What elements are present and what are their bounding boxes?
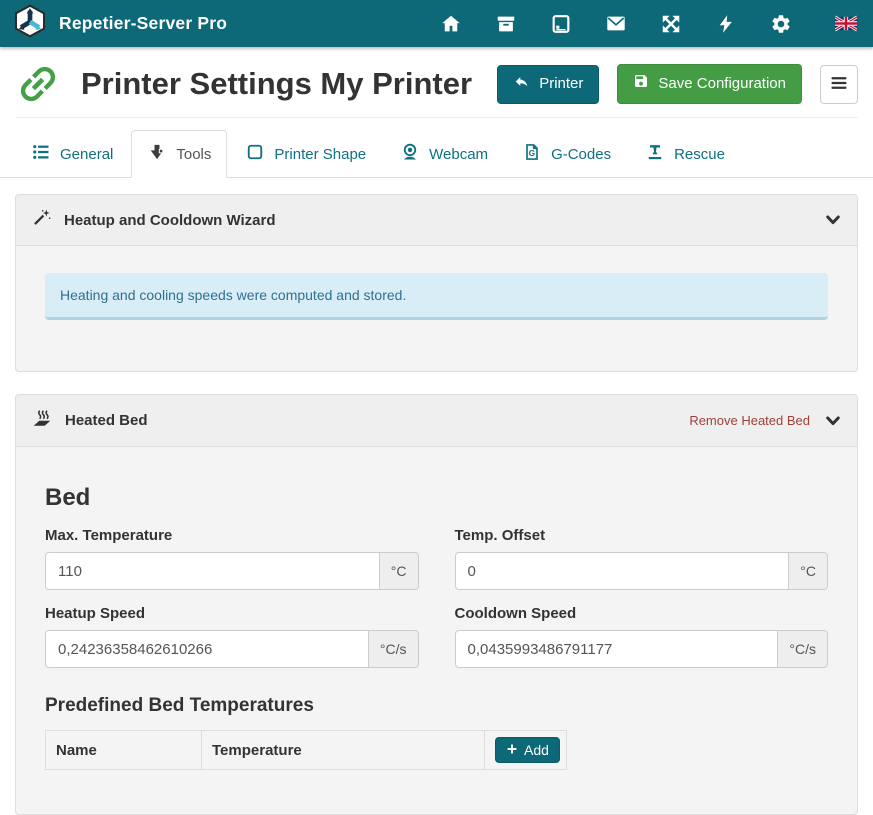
brand-title: Repetier-Server Pro — [59, 13, 227, 34]
temp-offset-input[interactable] — [455, 552, 790, 590]
tab-printer-shape[interactable]: Printer Shape — [229, 130, 382, 178]
wizard-status-alert: Heating and cooling speeds were computed… — [45, 273, 828, 320]
brand[interactable]: Repetier-Server Pro — [13, 4, 227, 43]
save-configuration-button[interactable]: Save Configuration — [617, 64, 802, 104]
tab-tools[interactable]: Tools — [131, 130, 227, 178]
archive-icon[interactable] — [495, 13, 517, 35]
extruder-icon — [147, 142, 167, 166]
add-temperature-button[interactable]: Add — [495, 737, 560, 763]
hamburger-icon — [829, 81, 849, 96]
remove-heated-bed-link[interactable]: Remove Heated Bed — [689, 413, 810, 428]
back-arrow-icon — [513, 74, 530, 95]
plus-icon — [506, 742, 518, 758]
gear-icon[interactable] — [770, 13, 792, 35]
bed-section-title: Bed — [45, 484, 828, 512]
navbar-actions — [440, 13, 857, 35]
chain-link-icon — [15, 61, 61, 107]
svg-text:G: G — [529, 148, 535, 158]
square-icon — [245, 142, 265, 166]
cooldown-speed-label: Cooldown Speed — [455, 605, 829, 622]
uk-flag-icon[interactable] — [835, 13, 857, 35]
predefined-temps-table: Name Temperature Add — [45, 730, 567, 770]
webcam-icon — [400, 142, 420, 166]
column-header-temperature: Temperature — [202, 731, 485, 770]
heated-bed-panel-title: Heated Bed — [65, 412, 148, 429]
wizard-panel: Heatup and Cooldown Wizard Heating and c… — [15, 194, 858, 372]
home-icon[interactable] — [440, 13, 462, 35]
heatup-speed-label: Heatup Speed — [45, 605, 419, 622]
mail-icon[interactable] — [605, 13, 627, 35]
cooldown-speed-input[interactable] — [455, 630, 779, 668]
save-icon — [633, 73, 649, 95]
temp-offset-unit: °C — [789, 552, 828, 590]
heatup-speed-input[interactable] — [45, 630, 369, 668]
page-title: Printer Settings My Printer — [81, 66, 472, 102]
max-temperature-unit: °C — [380, 552, 419, 590]
bolt-icon[interactable] — [715, 13, 737, 35]
wizard-panel-title: Heatup and Cooldown Wizard — [64, 212, 276, 229]
header-actions: Printer Save Configuration — [497, 64, 858, 104]
page-header: Printer Settings My Printer Printer Save… — [0, 47, 873, 107]
cooldown-speed-unit: °C/s — [778, 630, 828, 668]
field-heatup-speed: Heatup Speed °C/s — [45, 605, 419, 668]
gcode-file-icon: G — [522, 142, 542, 166]
menu-button[interactable] — [820, 65, 858, 104]
printer-frame-icon[interactable] — [550, 13, 572, 35]
rescue-icon — [645, 142, 665, 166]
tab-general[interactable]: General — [15, 130, 129, 178]
expand-icon[interactable] — [660, 13, 682, 35]
chevron-down-icon[interactable] — [824, 412, 842, 430]
bed-settings-form: Max. Temperature °C Temp. Offset °C Heat… — [45, 527, 828, 668]
repetier-logo-icon — [13, 4, 47, 43]
heated-bed-panel: Heated Bed Remove Heated Bed Bed Max. Te… — [15, 394, 858, 815]
tab-webcam[interactable]: Webcam — [384, 130, 504, 178]
heated-bed-panel-body: Bed Max. Temperature °C Temp. Offset °C … — [16, 484, 857, 814]
tab-rescue[interactable]: Rescue — [629, 130, 741, 178]
heated-bed-panel-header[interactable]: Heated Bed Remove Heated Bed — [16, 395, 857, 447]
column-header-action: Add — [485, 731, 567, 770]
field-temp-offset: Temp. Offset °C — [455, 527, 829, 590]
table-header-row: Name Temperature Add — [46, 731, 567, 770]
wizard-panel-body: Heating and cooling speeds were computed… — [16, 246, 857, 371]
temp-offset-label: Temp. Offset — [455, 527, 829, 544]
top-navbar: Repetier-Server Pro — [0, 0, 873, 47]
column-header-name: Name — [46, 731, 202, 770]
heatup-speed-unit: °C/s — [369, 630, 419, 668]
wizard-panel-header[interactable]: Heatup and Cooldown Wizard — [16, 195, 857, 246]
printer-button[interactable]: Printer — [497, 65, 599, 104]
max-temperature-input[interactable] — [45, 552, 380, 590]
list-icon — [31, 142, 51, 166]
field-max-temperature: Max. Temperature °C — [45, 527, 419, 590]
header-divider — [15, 117, 858, 118]
wand-icon — [31, 207, 52, 233]
heated-bed-icon — [31, 407, 53, 434]
predefined-temps-title: Predefined Bed Temperatures — [45, 695, 828, 717]
tab-gcodes[interactable]: G G-Codes — [506, 130, 627, 178]
max-temperature-label: Max. Temperature — [45, 527, 419, 544]
chevron-down-icon[interactable] — [824, 211, 842, 229]
settings-tabs: General Tools Printer Shape Webcam G G-C… — [0, 130, 873, 178]
field-cooldown-speed: Cooldown Speed °C/s — [455, 605, 829, 668]
